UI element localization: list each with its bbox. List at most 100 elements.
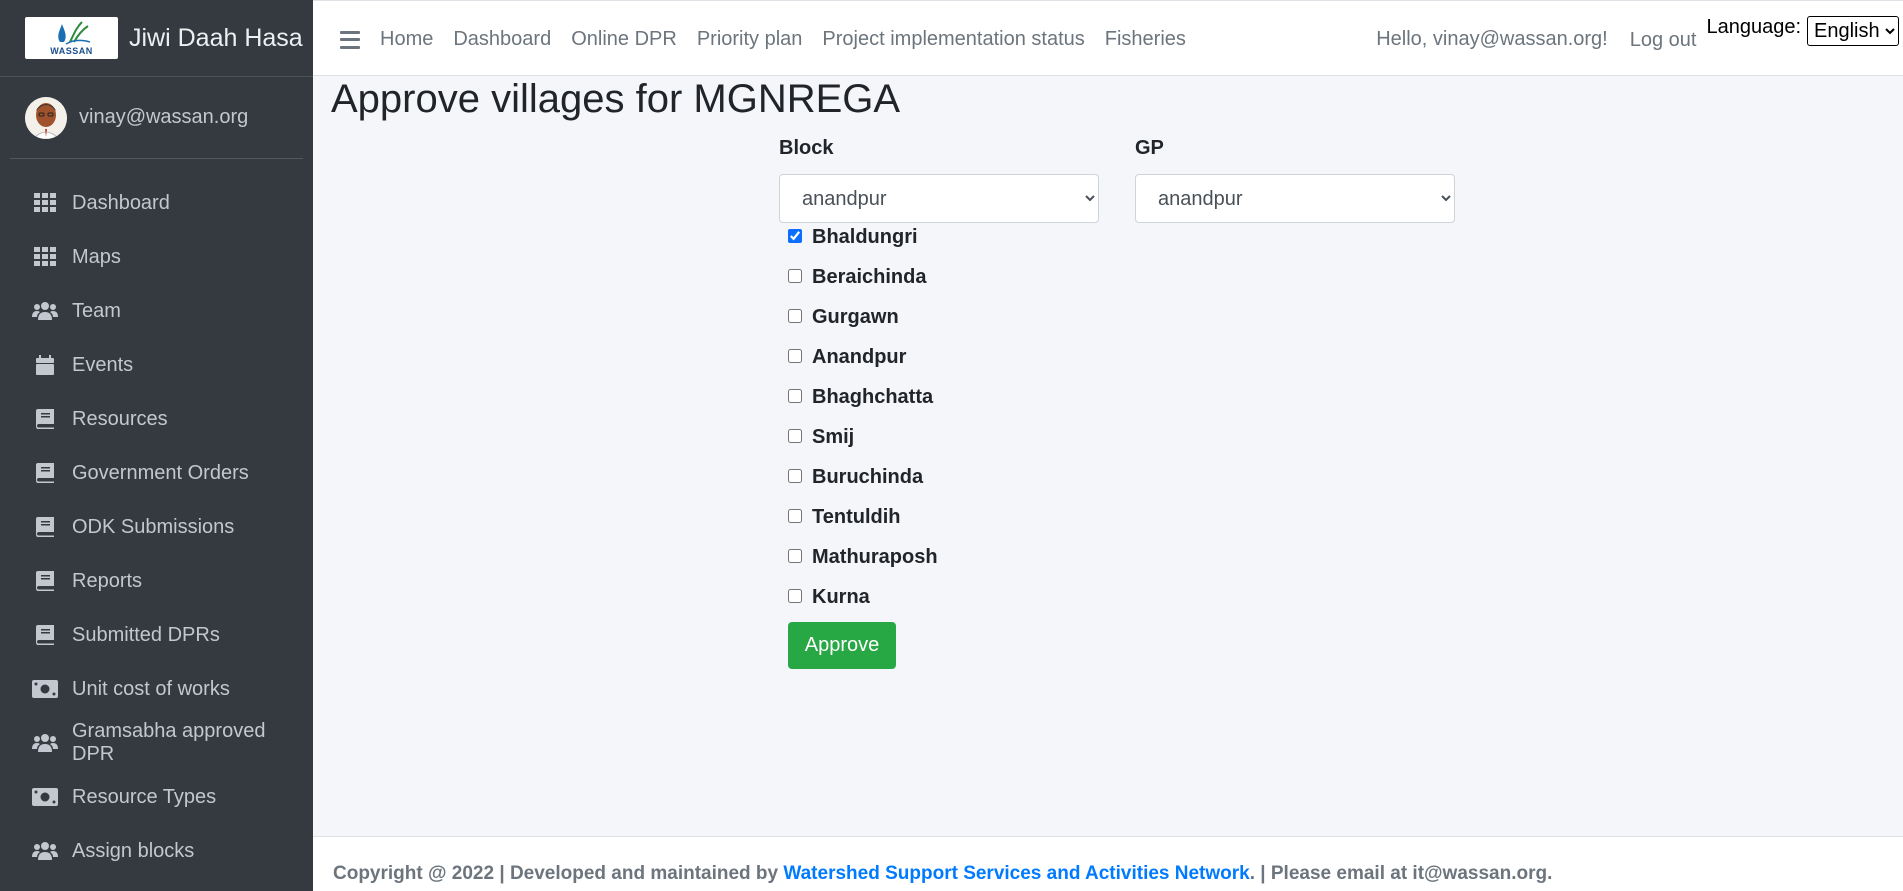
footer-org-link[interactable]: Watershed Support Services and Activitie… — [783, 863, 1249, 884]
brand-link[interactable]: WASSAN Jiwi Daah Hasa — [0, 0, 313, 77]
footer-email-text: . | Please email at it@wassan.org. — [1249, 863, 1553, 884]
sidebar-item-resources[interactable]: Resources — [0, 392, 313, 446]
book-icon — [32, 624, 58, 646]
nav-link-project-implementation-status[interactable]: Project implementation status — [812, 28, 1094, 51]
logout-button[interactable]: Log out — [1630, 29, 1697, 52]
sidebar-item-government-orders[interactable]: Government Orders — [0, 446, 313, 500]
village-checkbox[interactable] — [788, 389, 802, 403]
language-selector: Language: English — [1706, 4, 1899, 75]
gp-select[interactable]: anandpur — [1135, 174, 1455, 223]
nav-link-online-dpr[interactable]: Online DPR — [561, 28, 687, 51]
village-checkbox[interactable] — [788, 589, 802, 603]
sidebar-item-odk-submissions[interactable]: ODK Submissions — [0, 500, 313, 554]
village-label[interactable]: Beraichinda — [812, 266, 926, 289]
village-label[interactable]: Smij — [812, 426, 854, 449]
hamburger-menu-icon[interactable] — [340, 30, 360, 49]
sidebar-item-label: Dashboard — [72, 191, 170, 214]
sidebar-item-maps[interactable]: Maps — [0, 230, 313, 284]
book-icon — [32, 570, 58, 592]
village-checkbox[interactable] — [788, 549, 802, 563]
village-checklist: Bhaldungri Beraichinda Gurgawn Anandpur … — [788, 226, 938, 626]
wassan-logo-icon — [57, 21, 90, 45]
village-item: Bhaghchatta — [788, 386, 938, 426]
logo-text: WASSAN — [50, 46, 93, 56]
village-checkbox[interactable] — [788, 349, 802, 363]
sidebar-item-resource-types[interactable]: Resource Types — [0, 770, 313, 824]
footer: Copyright @ 2022 | Developed and maintai… — [313, 836, 1903, 891]
brand-name: Jiwi Daah Hasa — [129, 23, 303, 52]
money-icon — [32, 678, 58, 700]
village-item: Kurna — [788, 586, 938, 626]
nav-link-priority-plan[interactable]: Priority plan — [687, 28, 813, 51]
sidebar-item-label: Unit cost of works — [72, 677, 230, 700]
grid-icon — [32, 192, 58, 214]
sidebar: WASSAN Jiwi Daah Hasa vinay@wassan.org D… — [0, 0, 313, 891]
village-label[interactable]: Kurna — [812, 586, 870, 609]
sidebar-item-label: Government Orders — [72, 461, 249, 484]
block-select[interactable]: anandpur — [779, 174, 1099, 223]
sidebar-item-label: Assign blocks — [72, 839, 195, 862]
sidebar-item-label: Resources — [72, 407, 168, 430]
language-label: Language: — [1706, 16, 1801, 38]
nav-link-home[interactable]: Home — [370, 28, 443, 51]
approve-button[interactable]: Approve — [788, 622, 896, 669]
sidebar-item-gramsabha-approved-dpr[interactable]: Gramsabha approved DPR — [0, 716, 313, 770]
village-item: Bhaldungri — [788, 226, 938, 266]
sidebar-item-team[interactable]: Team — [0, 284, 313, 338]
village-label[interactable]: Anandpur — [812, 346, 906, 369]
hello-user-link[interactable]: Hello, vinay@wassan.org! — [1376, 28, 1608, 51]
top-navbar: Home Dashboard Online DPR Priority plan … — [313, 4, 1903, 76]
village-label[interactable]: Gurgawn — [812, 306, 899, 329]
sidebar-item-label: Events — [72, 353, 134, 376]
footer-copyright: Copyright @ 2022 | Developed and maintai… — [333, 863, 784, 884]
block-label: Block — [779, 137, 834, 159]
nav-link-fisheries[interactable]: Fisheries — [1095, 28, 1196, 51]
sidebar-item-label: Gramsabha approved DPR — [72, 720, 266, 765]
users-icon — [32, 840, 58, 862]
village-item: Mathuraposh — [788, 546, 938, 586]
top-right-area: Hello, vinay@wassan.org! Log out Languag… — [1376, 4, 1903, 75]
sidebar-item-label: Resource Types — [72, 785, 217, 808]
village-item: Gurgawn — [788, 306, 938, 346]
users-icon — [32, 732, 58, 754]
village-checkbox[interactable] — [788, 429, 802, 443]
sidebar-item-label: Submitted DPRs — [72, 623, 220, 646]
village-label[interactable]: Buruchinda — [812, 466, 923, 489]
village-checkbox[interactable] — [788, 229, 802, 243]
sidebar-item-unit-cost-of-works[interactable]: Unit cost of works — [0, 662, 313, 716]
brand-logo: WASSAN — [25, 17, 118, 59]
page-title: Approve villages for MGNREGA — [331, 77, 901, 121]
book-icon — [32, 516, 58, 538]
sidebar-item-submitted-dprs[interactable]: Submitted DPRs — [0, 608, 313, 662]
gp-label: GP — [1135, 137, 1164, 159]
money-icon — [32, 786, 58, 808]
village-label[interactable]: Mathuraposh — [812, 546, 938, 569]
sidebar-item-label: Team — [72, 299, 121, 322]
village-item: Smij — [788, 426, 938, 466]
sidebar-nav: Dashboard Maps Team Events Resources Gov… — [0, 159, 313, 878]
sidebar-item-assign-blocks[interactable]: Assign blocks — [0, 824, 313, 878]
village-label[interactable]: Bhaghchatta — [812, 386, 933, 409]
sidebar-item-events[interactable]: Events — [0, 338, 313, 392]
village-item: Anandpur — [788, 346, 938, 386]
users-icon — [32, 300, 58, 322]
village-label[interactable]: Bhaldungri — [812, 226, 918, 249]
nav-link-dashboard[interactable]: Dashboard — [443, 28, 561, 51]
calendar-icon — [32, 354, 58, 376]
book-icon — [32, 408, 58, 430]
language-select[interactable]: English — [1807, 16, 1899, 46]
village-checkbox[interactable] — [788, 309, 802, 323]
village-checkbox[interactable] — [788, 469, 802, 483]
user-avatar-icon — [25, 96, 67, 139]
user-panel[interactable]: vinay@wassan.org — [10, 77, 303, 159]
sidebar-item-dashboard[interactable]: Dashboard — [0, 176, 313, 230]
sidebar-item-label: ODK Submissions — [72, 515, 235, 538]
sidebar-item-label: Maps — [72, 245, 121, 268]
avatar — [25, 96, 67, 139]
sidebar-item-label: Reports — [72, 569, 143, 592]
village-label[interactable]: Tentuldih — [812, 506, 901, 529]
village-checkbox[interactable] — [788, 269, 802, 283]
sidebar-item-reports[interactable]: Reports — [0, 554, 313, 608]
village-checkbox[interactable] — [788, 509, 802, 523]
grid-icon — [32, 246, 58, 268]
